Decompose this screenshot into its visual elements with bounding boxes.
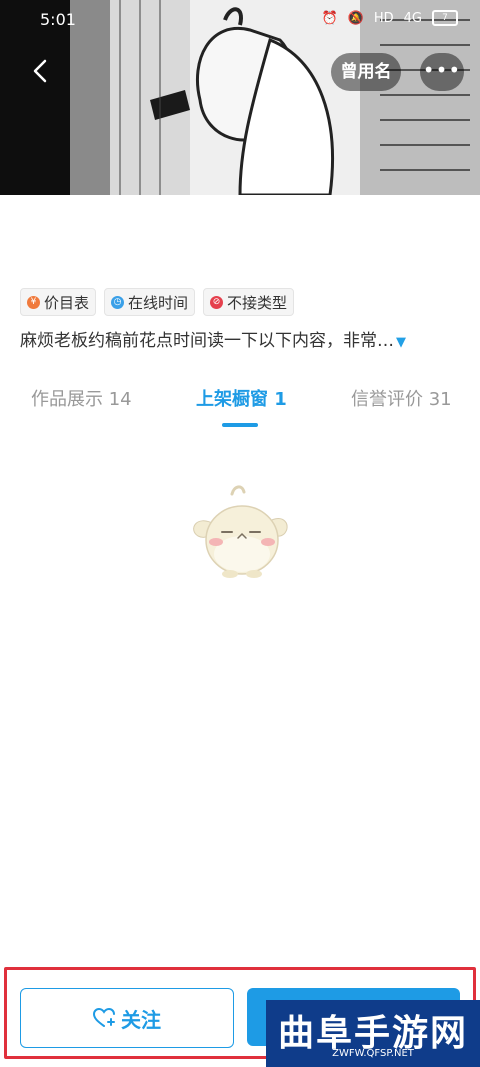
mute-icon: 🔕 (347, 10, 364, 26)
profile-tabs: 作品展示 14 上架橱窗 1 信誉评价 31 (0, 385, 480, 435)
alias-button[interactable]: 曾用名 (331, 53, 401, 91)
chevron-left-icon (33, 59, 47, 83)
profile-banner: 5:01 ⏰ 🔕 HD 4G 7 曾用名 ••• (0, 0, 480, 195)
tag-rejected-types[interactable]: ⊘ 不接类型 (203, 288, 295, 316)
status-bar: 5:01 ⏰ 🔕 HD 4G 7 (0, 0, 480, 40)
heart-plus-icon (93, 1007, 115, 1027)
hd-icon: HD (373, 10, 394, 26)
site-watermark: 曲阜手游网 ZWFW.QFSP.NET (266, 1000, 480, 1067)
more-icon: ••• (422, 58, 462, 82)
network-icon: 4G (403, 10, 422, 26)
price-icon: ¥ (27, 295, 40, 309)
status-time: 5:01 (40, 10, 76, 29)
follow-button[interactable]: 关注 (20, 988, 234, 1048)
tag-label: 价目表 (44, 293, 90, 312)
forbidden-icon: ⊘ (210, 295, 224, 309)
status-icons: ⏰ 🔕 HD 4G 7 (321, 10, 458, 26)
tab-indicator (222, 423, 258, 427)
clock-icon: ◷ (111, 295, 125, 309)
tab-shop-window[interactable]: 上架橱窗 1 (196, 385, 287, 411)
triangle-down-icon[interactable]: ▼ (396, 335, 406, 350)
follow-label: 关注 (121, 1007, 161, 1032)
description-text: 麻烦老板约稿前花点时间读一下以下内容，非常… (20, 331, 394, 351)
tab-reviews[interactable]: 信誉评价 31 (351, 385, 452, 411)
empty-state-mascot-icon (193, 485, 288, 578)
tag-online-time[interactable]: ◷ 在线时间 (104, 288, 196, 316)
profile-description[interactable]: 麻烦老板约稿前花点时间读一下以下内容，非常… ▼ (20, 326, 460, 351)
info-tags: ¥ 价目表 ◷ 在线时间 ⊘ 不接类型 (20, 288, 295, 316)
watermark-url: ZWFW.QFSP.NET (332, 1048, 414, 1059)
tag-label: 在线时间 (128, 293, 189, 312)
battery-icon: 7 (432, 10, 458, 26)
alarm-icon: ⏰ (321, 10, 338, 26)
tag-label: 不接类型 (227, 293, 288, 312)
tag-price-list[interactable]: ¥ 价目表 (20, 288, 97, 316)
back-button[interactable] (26, 56, 56, 86)
more-options-button[interactable]: ••• (420, 53, 464, 91)
tab-works[interactable]: 作品展示 14 (31, 385, 132, 411)
